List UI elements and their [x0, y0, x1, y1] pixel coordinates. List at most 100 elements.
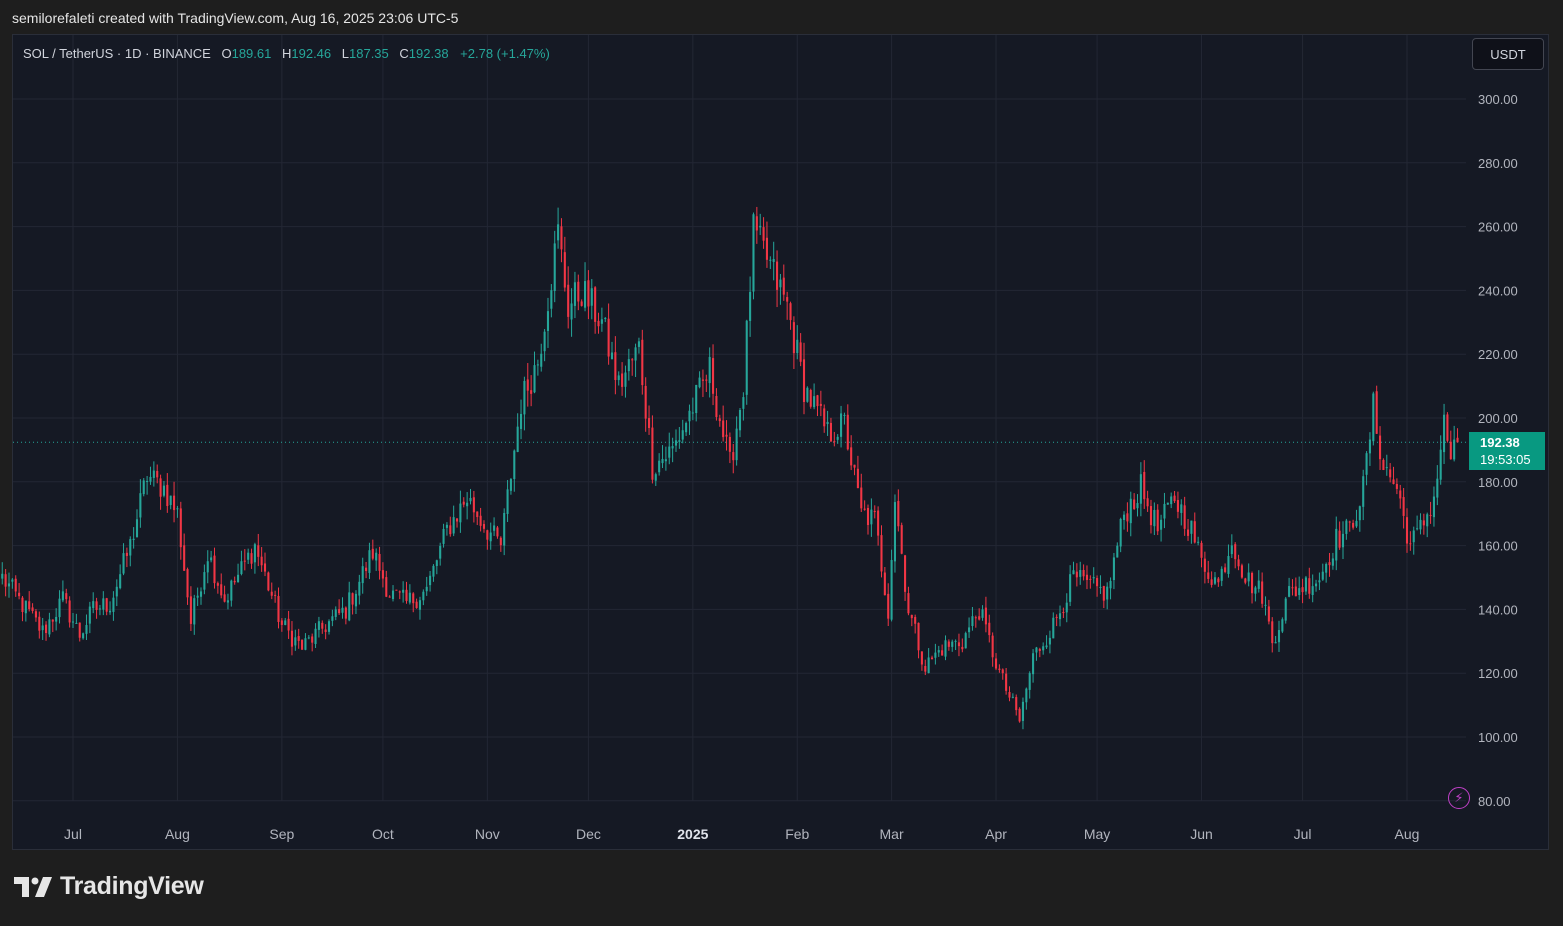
candle — [526, 363, 529, 407]
candle — [553, 230, 556, 303]
candle — [307, 635, 310, 640]
candle-body — [1220, 568, 1223, 581]
candle — [1079, 561, 1082, 585]
candle-body — [1271, 621, 1274, 644]
logo-text: TradingView — [60, 872, 204, 900]
candle — [536, 359, 539, 376]
currency-button[interactable]: USDT — [1472, 38, 1544, 70]
lightning-icon[interactable]: ⚡ — [1448, 787, 1470, 809]
candle — [284, 617, 287, 626]
candle-body — [590, 288, 593, 306]
candle-body — [1197, 541, 1200, 543]
candle — [183, 533, 186, 571]
candle-body — [1032, 653, 1035, 675]
candle — [341, 597, 344, 619]
candle — [439, 542, 442, 566]
candle — [186, 567, 189, 605]
candle-body — [823, 408, 826, 427]
candle — [961, 638, 964, 653]
candle — [1338, 521, 1341, 550]
tradingview-logo[interactable]: TradingView — [14, 872, 204, 901]
candle-body — [402, 589, 405, 593]
candle — [705, 374, 708, 393]
candle-body — [395, 589, 398, 591]
close-value: 192.38 — [408, 46, 449, 61]
candle-body — [1183, 505, 1186, 529]
candle — [1432, 486, 1435, 527]
candle — [135, 509, 139, 538]
candle-body — [1025, 688, 1028, 703]
candle-body — [381, 570, 384, 579]
candle-body — [705, 379, 708, 381]
candle — [92, 592, 95, 614]
candle — [853, 464, 856, 476]
candle — [870, 498, 873, 537]
candle — [856, 455, 859, 489]
candle — [1227, 544, 1230, 578]
candle-body — [988, 622, 991, 636]
candle-body — [34, 611, 37, 618]
price-chart[interactable]: 300.00 280.00 260.00 240.00 220.00 200.00 180.… — [0, 0, 1563, 926]
candle-body — [472, 497, 475, 513]
candle — [631, 357, 634, 376]
candle-body — [263, 563, 267, 572]
candle-body — [1277, 630, 1281, 643]
candle-body — [1321, 571, 1324, 580]
candle-body — [1372, 393, 1375, 442]
candle-body — [732, 452, 735, 461]
candle — [1058, 605, 1062, 627]
candle — [880, 525, 883, 578]
candle-body — [415, 601, 418, 608]
candle — [732, 443, 735, 474]
candle — [1126, 502, 1129, 532]
candle-body — [577, 281, 580, 302]
candle — [914, 614, 917, 634]
candle — [1119, 517, 1122, 553]
y-tick-label: 120.00 — [1478, 666, 1518, 681]
candle-body — [162, 485, 165, 496]
candle-body — [843, 414, 846, 416]
candle — [334, 606, 337, 621]
candle-body — [1048, 637, 1051, 645]
candle-body — [196, 595, 199, 598]
candle-body — [250, 553, 253, 564]
candle — [1449, 430, 1452, 460]
candle-body — [594, 287, 597, 322]
candle-body — [1224, 567, 1227, 572]
candle — [893, 494, 897, 573]
candle-body — [961, 646, 964, 650]
symbol-title[interactable]: SOL / TetherUS · 1D · BINANCE — [23, 46, 211, 61]
candle — [920, 651, 923, 671]
candle — [7, 572, 11, 598]
candle-body — [850, 447, 853, 466]
candle — [637, 337, 640, 354]
candle — [1008, 686, 1011, 702]
candle-body — [1227, 556, 1230, 574]
candle-body — [166, 484, 169, 507]
candle — [435, 559, 438, 575]
candle — [220, 573, 223, 599]
candles — [1, 206, 1459, 730]
candle — [648, 405, 651, 435]
candle — [604, 316, 607, 323]
candle — [1409, 531, 1412, 551]
candle-body — [1237, 559, 1240, 567]
candle — [385, 570, 388, 598]
x-tick-label: Nov — [475, 826, 500, 842]
candle — [567, 266, 570, 329]
candle-body — [1456, 437, 1459, 443]
candle-body — [1365, 453, 1368, 475]
candle — [712, 344, 715, 406]
candle-body — [1207, 572, 1210, 579]
candle-body — [567, 284, 570, 317]
candle — [459, 490, 462, 533]
candle-body — [422, 591, 425, 601]
candle — [1392, 466, 1395, 485]
candle-body — [1176, 500, 1179, 512]
candle-body — [38, 616, 41, 631]
candle — [1183, 496, 1186, 536]
candle — [1200, 540, 1203, 568]
candle-body — [998, 668, 1001, 670]
y-tick-label: 300.00 — [1478, 92, 1518, 107]
candle — [947, 639, 950, 651]
